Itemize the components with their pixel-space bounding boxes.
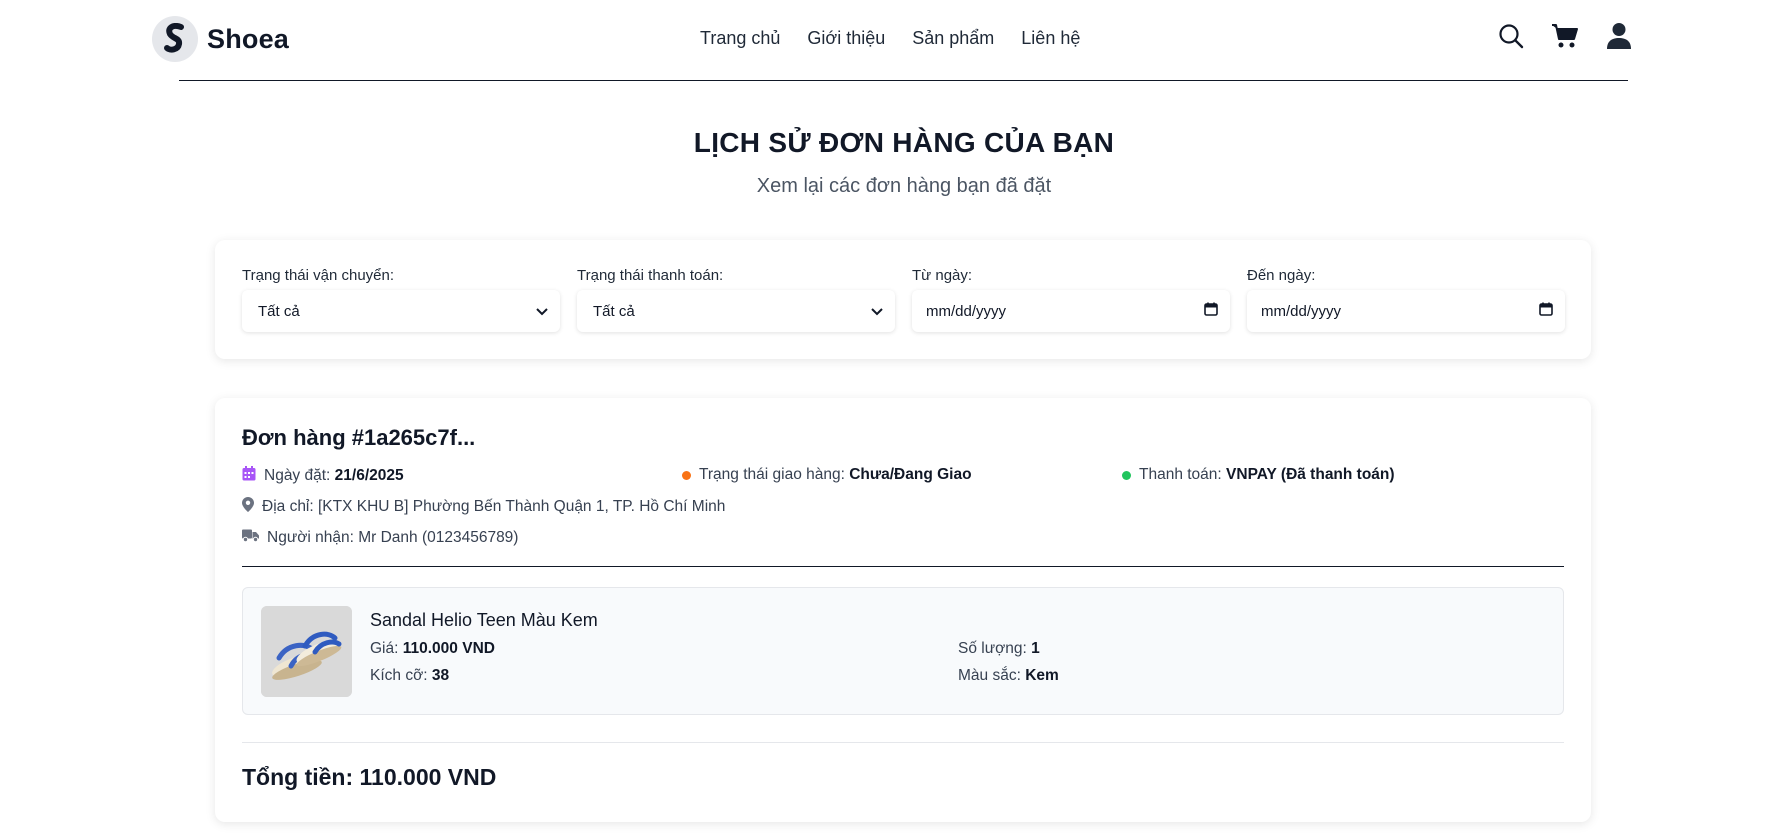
payment-status-dot [1122,470,1131,480]
delivery-address-text: Địa chỉ: [KTX KHU B] Phường Bến Thành Qu… [262,498,726,515]
payment-status-label: Trạng thái thanh toán: [577,267,724,284]
calendar-icon[interactable] [1539,302,1553,320]
recipient-text: Người nhận: Mr Danh (0123456789) [267,529,519,546]
calendar-icon [242,466,256,486]
header-divider [179,80,1628,81]
to-date-placeholder: mm/dd/yyyy [1261,302,1342,320]
to-date-input[interactable]: mm/dd/yyyy [1247,290,1565,332]
filter-panel: Trạng thái vận chuyển: Tất cả Trạng thái… [215,240,1591,359]
payment-status-value: Tất cả [593,302,635,320]
truck-icon [242,529,259,547]
product-name[interactable]: Sandal Helio Teen Màu Kem [370,610,598,631]
delivery-address: Địa chỉ: [KTX KHU B] Phường Bến Thành Qu… [242,497,725,517]
product-color: Màu sắc: Kem [958,667,1059,685]
nav-about[interactable]: Giới thiệu [807,28,885,49]
page-subtitle: Xem lại các đơn hàng bạn đã đặt [756,175,1052,197]
product-price: Giá: 110.000 VND [370,640,495,658]
search-icon[interactable] [1498,23,1524,49]
payment-status-label: Thanh toán: [1139,466,1222,483]
recipient: Người nhận: Mr Danh (0123456789) [242,529,518,547]
shipping-status-label: Trạng thái vận chuyển: [242,267,395,284]
product-size-value: 38 [431,667,450,684]
order-item: Sandal Helio Teen Màu Kem Giá: 110.000 V… [242,587,1564,715]
shipping-status-select[interactable]: Tất cả [242,290,560,332]
product-price-value: 110.000 VND [402,640,495,657]
total-divider [242,742,1564,743]
order-date-value: 21/6/2025 [334,467,404,484]
shipping-status-value: Chưa/Đang Giao [849,466,972,483]
to-date-filter: Đến ngày: mm/dd/yyyy [1247,267,1565,332]
header-actions [1498,22,1632,50]
shipping-status-filter: Trạng thái vận chuyển: Tất cả [242,267,560,332]
product-price-label: Giá: [370,640,399,657]
brand-name: Shoea [207,23,290,54]
cart-icon[interactable] [1551,23,1579,49]
order-date: Ngày đặt: 21/6/2025 [242,466,404,486]
order-date-label: Ngày đặt: [264,467,331,484]
shipping-status-label: Trạng thái giao hàng: [699,466,845,483]
site-header: Shoea Trang chủ Giới thiệu Sản phẩm Liên… [152,14,1632,70]
shipping-status-dot [682,470,691,480]
product-color-value: Kem [1025,667,1059,684]
from-date-filter: Từ ngày: mm/dd/yyyy [912,267,1230,332]
payment-status: Thanh toán: VNPAY (Đã thanh toán) [1122,466,1395,484]
payment-status-filter: Trạng thái thanh toán: Tất cả [577,267,895,332]
nav-contact[interactable]: Liên hệ [1021,28,1080,49]
payment-status-value: VNPAY (Đã thanh toán) [1226,466,1395,483]
shipping-status-value: Tất cả [258,302,300,320]
main-nav: Trang chủ Giới thiệu Sản phẩm Liên hệ [700,28,1080,49]
product-color-label: Màu sắc: [958,667,1021,684]
map-pin-icon [242,497,254,517]
user-icon[interactable] [1606,22,1632,50]
shipping-status: Trạng thái giao hàng: Chưa/Đang Giao [682,466,972,484]
chevron-down-icon [536,303,548,320]
from-date-label: Từ ngày: [912,267,973,284]
product-quantity-value: 1 [1031,640,1040,657]
brand-logo[interactable]: Shoea [152,16,289,62]
product-size-label: Kích cỡ: [370,667,428,684]
logo-icon [152,16,198,62]
nav-products[interactable]: Sản phẩm [912,28,994,49]
chevron-down-icon [871,303,883,320]
from-date-placeholder: mm/dd/yyyy [926,302,1007,320]
order-card: Đơn hàng #1a265c7f... Ngày đặt: 21/6/202… [215,398,1591,822]
product-size: Kích cỡ: 38 [370,667,449,685]
page-title: LỊCH SỬ ĐƠN HÀNG CỦA BẠN [693,127,1115,158]
product-image[interactable] [261,606,352,697]
calendar-icon[interactable] [1204,302,1218,320]
order-total: Tổng tiền: 110.000 VND [242,764,497,790]
product-quantity: Số lượng: 1 [958,640,1040,658]
from-date-input[interactable]: mm/dd/yyyy [912,290,1230,332]
product-quantity-label: Số lượng: [958,640,1027,657]
order-title: Đơn hàng #1a265c7f... [242,425,476,450]
payment-status-select[interactable]: Tất cả [577,290,895,332]
nav-home[interactable]: Trang chủ [700,28,780,49]
order-divider [242,566,1564,567]
to-date-label: Đến ngày: [1247,267,1316,284]
